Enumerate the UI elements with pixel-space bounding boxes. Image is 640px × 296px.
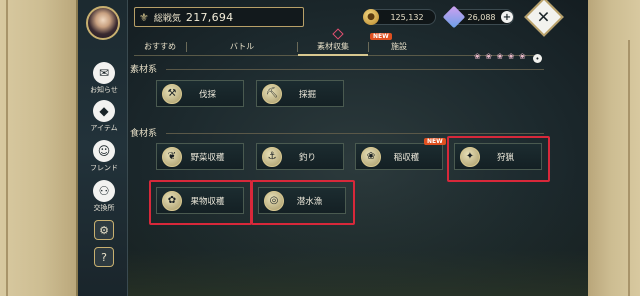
tab-facilities[interactable]: 施設 xyxy=(369,41,429,55)
action-rice-harvest[interactable]: ❀ 稲収穫 xyxy=(355,143,443,170)
action-label: 野菜収穫 xyxy=(190,152,225,163)
section-divider xyxy=(166,133,544,134)
gem-counter: 26,088 + xyxy=(442,5,514,29)
coin-icon: ● xyxy=(363,9,379,25)
action-vegetable-harvest[interactable]: ❦ 野菜収穫 xyxy=(156,143,244,170)
settings-button[interactable]: ⚙ xyxy=(94,220,114,240)
fishing-icon: ⚓ xyxy=(262,146,282,167)
add-gems-button[interactable]: + xyxy=(501,11,513,23)
total-power-label: 総戦気 xyxy=(153,13,181,24)
tab-recommended[interactable]: おすすめ xyxy=(134,41,186,55)
action-label: 果物収穫 xyxy=(190,196,225,207)
sidebar-item-news[interactable]: ✉ お知らせ xyxy=(86,62,122,95)
axe-icon: ⚒ xyxy=(162,83,182,104)
exchange-icon: ⚇ xyxy=(93,180,115,202)
vegetable-icon: ❦ xyxy=(162,146,182,167)
sidebar-item-label: アイテム xyxy=(90,124,118,132)
sidebar-item-label: 交換所 xyxy=(93,204,115,212)
crest-icon: ⚜ xyxy=(139,10,149,24)
bag-icon: ◆ xyxy=(93,100,115,122)
action-logging[interactable]: ⚒ 伐採 xyxy=(156,80,244,107)
mail-icon: ✉ xyxy=(93,62,115,84)
total-power-value: 217,694 xyxy=(185,10,234,24)
petal-decoration: ❀ ❀ ❀ ❀ ❀ xyxy=(474,52,527,61)
action-label: 伐採 xyxy=(198,89,216,100)
section-divider xyxy=(166,69,544,70)
help-icon: ? xyxy=(101,250,107,264)
more-dot-button[interactable]: • xyxy=(533,54,542,63)
action-fruit-harvest[interactable]: ✿ 果物収穫 xyxy=(156,187,244,214)
tab-material-gathering[interactable]: 素材収集 xyxy=(298,41,368,56)
panel-bottom-glow xyxy=(128,250,588,296)
coin-counter: ● 125,132 xyxy=(363,9,436,25)
sidebar-item-friends[interactable]: ☺ フレンド xyxy=(86,140,122,173)
new-badge: NEW xyxy=(424,138,446,145)
total-power-display: ⚜ 総戦気 217,694 xyxy=(134,7,304,27)
action-mining[interactable]: ⛏ 採掘 xyxy=(256,80,344,107)
action-diving-fishing[interactable]: ◎ 潜水漁 xyxy=(258,187,346,214)
friend-icon: ☺ xyxy=(93,140,115,162)
action-hunting[interactable]: ✦ 狩猟 xyxy=(454,143,542,170)
action-label: 潜水漁 xyxy=(296,196,323,207)
sidebar-item-exchange[interactable]: ⚇ 交換所 xyxy=(86,180,122,213)
rice-icon: ❀ xyxy=(361,146,381,167)
hunting-icon: ✦ xyxy=(460,146,480,167)
gem-amount: 26,088 xyxy=(467,12,496,22)
fruit-icon: ✿ xyxy=(162,190,182,211)
diving-icon: ◎ xyxy=(264,190,284,211)
action-label: 釣り xyxy=(298,152,316,163)
action-fishing[interactable]: ⚓ 釣り xyxy=(256,143,344,170)
help-button[interactable]: ? xyxy=(94,247,114,267)
gear-icon: ⚙ xyxy=(99,223,109,237)
frame-right xyxy=(588,0,640,296)
action-label: 採掘 xyxy=(298,89,316,100)
sidebar-item-label: お知らせ xyxy=(90,86,118,94)
sidebar-item-label: フレンド xyxy=(90,164,118,172)
sidebar-item-items[interactable]: ◆ アイテム xyxy=(86,100,122,133)
section-title-food: 食材系 xyxy=(130,129,158,139)
action-label: 稲収穫 xyxy=(393,152,420,163)
pickaxe-icon: ⛏ xyxy=(262,83,282,104)
close-icon: ✕ xyxy=(537,7,551,27)
player-avatar[interactable] xyxy=(86,6,120,40)
new-badge: NEW xyxy=(370,33,392,40)
section-title-materials: 素材系 xyxy=(130,65,158,75)
tab-battle[interactable]: バトル xyxy=(187,41,297,55)
coin-amount: 125,132 xyxy=(390,12,424,22)
action-label: 狩猟 xyxy=(496,152,514,163)
frame-left xyxy=(0,0,78,296)
